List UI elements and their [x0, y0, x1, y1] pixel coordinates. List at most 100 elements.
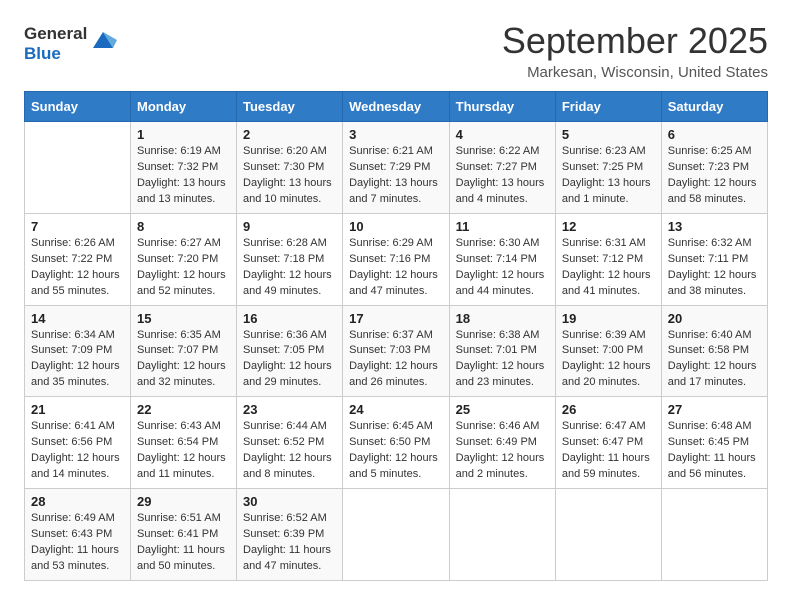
day-number: 11	[456, 219, 549, 234]
day-number: 18	[456, 311, 549, 326]
day-info: Sunrise: 6:23 AMSunset: 7:25 PMDaylight:…	[562, 144, 655, 208]
calendar-cell: 25 Sunrise: 6:46 AMSunset: 6:49 PMDayligh…	[449, 397, 555, 489]
day-info: Sunrise: 6:30 AMSunset: 7:14 PMDaylight:…	[456, 236, 549, 300]
logo-general: General	[24, 24, 87, 44]
calendar-cell: 18Sunrise: 6:38 AMSunset: 7:01 PMDayligh…	[449, 305, 555, 397]
day-number: 10	[349, 219, 443, 234]
day-number: 5	[562, 127, 655, 142]
day-info: Sunrise: 6:35 AMSunset: 7:07 PMDaylight:…	[137, 328, 230, 392]
day-number: 29	[137, 494, 230, 509]
day-info: Sunrise: 6:46 AMSunset: 6:49 PMDaylight:…	[456, 419, 549, 483]
calendar-cell: 24Sunrise: 6:45 AMSunset: 6:50 PMDayligh…	[343, 397, 450, 489]
calendar-week-row: 1 Sunrise: 6:19 AMSunset: 7:32 PMDaylight…	[25, 122, 768, 214]
calendar-cell: 16 Sunrise: 6:36 AMSunset: 7:05 PMDayligh…	[237, 305, 343, 397]
weekday-header: Sunday	[25, 92, 131, 122]
day-info: Sunrise: 6:26 AMSunset: 7:22 PMDaylight:…	[31, 236, 124, 300]
day-number: 30	[243, 494, 336, 509]
month-title: September 2025	[502, 20, 768, 62]
day-info: Sunrise: 6:40 AMSunset: 6:58 PMDaylight:…	[668, 328, 761, 392]
calendar-cell: 12 Sunrise: 6:31 AMSunset: 7:12 PMDayligh…	[555, 213, 661, 305]
day-info: Sunrise: 6:45 AMSunset: 6:50 PMDaylight:…	[349, 419, 443, 483]
day-info: Sunrise: 6:32 AMSunset: 7:11 PMDaylight:…	[668, 236, 761, 300]
day-info: Sunrise: 6:22 AMSunset: 7:27 PMDaylight:…	[456, 144, 549, 208]
day-info: Sunrise: 6:21 AMSunset: 7:29 PMDaylight:…	[349, 144, 443, 208]
weekday-header: Monday	[130, 92, 236, 122]
calendar-cell: 21 Sunrise: 6:41 AMSunset: 6:56 PMDayligh…	[25, 397, 131, 489]
day-number: 20	[668, 311, 761, 326]
day-number: 7	[31, 219, 124, 234]
calendar-cell: 26Sunrise: 6:47 AMSunset: 6:47 PMDayligh…	[555, 397, 661, 489]
calendar-week-row: 14 Sunrise: 6:34 AMSunset: 7:09 PMDayligh…	[25, 305, 768, 397]
day-info: Sunrise: 6:49 AMSunset: 6:43 PMDaylight:…	[31, 511, 124, 575]
day-number: 14	[31, 311, 124, 326]
day-number: 1	[137, 127, 230, 142]
weekday-header: Saturday	[661, 92, 767, 122]
weekday-header: Tuesday	[237, 92, 343, 122]
day-number: 3	[349, 127, 443, 142]
calendar-cell	[555, 489, 661, 581]
calendar-cell	[25, 122, 131, 214]
day-info: Sunrise: 6:28 AMSunset: 7:18 PMDaylight:…	[243, 236, 336, 300]
calendar-cell: 13 Sunrise: 6:32 AMSunset: 7:11 PMDayligh…	[661, 213, 767, 305]
calendar-cell: 6Sunrise: 6:25 AMSunset: 7:23 PMDaylight…	[661, 122, 767, 214]
calendar-cell: 4 Sunrise: 6:22 AMSunset: 7:27 PMDaylight…	[449, 122, 555, 214]
day-number: 22	[137, 402, 230, 417]
calendar-cell: 22 Sunrise: 6:43 AMSunset: 6:54 PMDayligh…	[130, 397, 236, 489]
day-number: 6	[668, 127, 761, 142]
day-info: Sunrise: 6:31 AMSunset: 7:12 PMDaylight:…	[562, 236, 655, 300]
day-number: 25	[456, 402, 549, 417]
calendar-cell: 11 Sunrise: 6:30 AMSunset: 7:14 PMDayligh…	[449, 213, 555, 305]
calendar-cell: 20 Sunrise: 6:40 AMSunset: 6:58 PMDayligh…	[661, 305, 767, 397]
day-number: 4	[456, 127, 549, 142]
day-info: Sunrise: 6:34 AMSunset: 7:09 PMDaylight:…	[31, 328, 124, 392]
calendar-week-row: 28 Sunrise: 6:49 AMSunset: 6:43 PMDayligh…	[25, 489, 768, 581]
day-info: Sunrise: 6:20 AMSunset: 7:30 PMDaylight:…	[243, 144, 336, 208]
day-info: Sunrise: 6:51 AMSunset: 6:41 PMDaylight:…	[137, 511, 230, 575]
day-number: 26	[562, 402, 655, 417]
day-number: 8	[137, 219, 230, 234]
calendar-cell	[343, 489, 450, 581]
calendar-cell: 9 Sunrise: 6:28 AMSunset: 7:18 PMDaylight…	[237, 213, 343, 305]
day-number: 2	[243, 127, 336, 142]
day-info: Sunrise: 6:36 AMSunset: 7:05 PMDaylight:…	[243, 328, 336, 392]
header: General Blue September 2025 Markesan, Wi…	[24, 20, 768, 81]
weekday-header: Thursday	[449, 92, 555, 122]
location-subtitle: Markesan, Wisconsin, United States	[502, 64, 768, 81]
weekday-header: Wednesday	[343, 92, 450, 122]
logo-blue: Blue	[24, 44, 87, 64]
calendar-cell: 8Sunrise: 6:27 AMSunset: 7:20 PMDaylight…	[130, 213, 236, 305]
day-info: Sunrise: 6:41 AMSunset: 6:56 PMDaylight:…	[31, 419, 124, 483]
calendar-cell: 5 Sunrise: 6:23 AMSunset: 7:25 PMDaylight…	[555, 122, 661, 214]
calendar-cell: 7 Sunrise: 6:26 AMSunset: 7:22 PMDaylight…	[25, 213, 131, 305]
calendar-cell: 14 Sunrise: 6:34 AMSunset: 7:09 PMDayligh…	[25, 305, 131, 397]
day-number: 23	[243, 402, 336, 417]
day-number: 9	[243, 219, 336, 234]
calendar-week-row: 7 Sunrise: 6:26 AMSunset: 7:22 PMDaylight…	[25, 213, 768, 305]
day-number: 17	[349, 311, 443, 326]
calendar-cell: 19Sunrise: 6:39 AMSunset: 7:00 PMDayligh…	[555, 305, 661, 397]
calendar-cell	[449, 489, 555, 581]
calendar-cell	[661, 489, 767, 581]
logo-text: General Blue	[24, 24, 87, 63]
calendar-cell: 3 Sunrise: 6:21 AMSunset: 7:29 PMDaylight…	[343, 122, 450, 214]
calendar-cell: 2 Sunrise: 6:20 AMSunset: 7:30 PMDaylight…	[237, 122, 343, 214]
calendar-cell: 15 Sunrise: 6:35 AMSunset: 7:07 PMDayligh…	[130, 305, 236, 397]
calendar: SundayMondayTuesdayWednesdayThursdayFrid…	[24, 91, 768, 581]
day-info: Sunrise: 6:37 AMSunset: 7:03 PMDaylight:…	[349, 328, 443, 392]
day-number: 12	[562, 219, 655, 234]
day-info: Sunrise: 6:43 AMSunset: 6:54 PMDaylight:…	[137, 419, 230, 483]
day-number: 28	[31, 494, 124, 509]
calendar-week-row: 21 Sunrise: 6:41 AMSunset: 6:56 PMDayligh…	[25, 397, 768, 489]
day-number: 13	[668, 219, 761, 234]
day-number: 16	[243, 311, 336, 326]
calendar-cell: 27Sunrise: 6:48 AMSunset: 6:45 PMDayligh…	[661, 397, 767, 489]
day-number: 21	[31, 402, 124, 417]
calendar-cell: 1 Sunrise: 6:19 AMSunset: 7:32 PMDaylight…	[130, 122, 236, 214]
day-info: Sunrise: 6:52 AMSunset: 6:39 PMDaylight:…	[243, 511, 336, 575]
logo: General Blue	[24, 24, 117, 63]
day-info: Sunrise: 6:19 AMSunset: 7:32 PMDaylight:…	[137, 144, 230, 208]
title-section: September 2025 Markesan, Wisconsin, Unit…	[502, 20, 768, 81]
day-info: Sunrise: 6:44 AMSunset: 6:52 PMDaylight:…	[243, 419, 336, 483]
calendar-header-row: SundayMondayTuesdayWednesdayThursdayFrid…	[25, 92, 768, 122]
day-number: 15	[137, 311, 230, 326]
